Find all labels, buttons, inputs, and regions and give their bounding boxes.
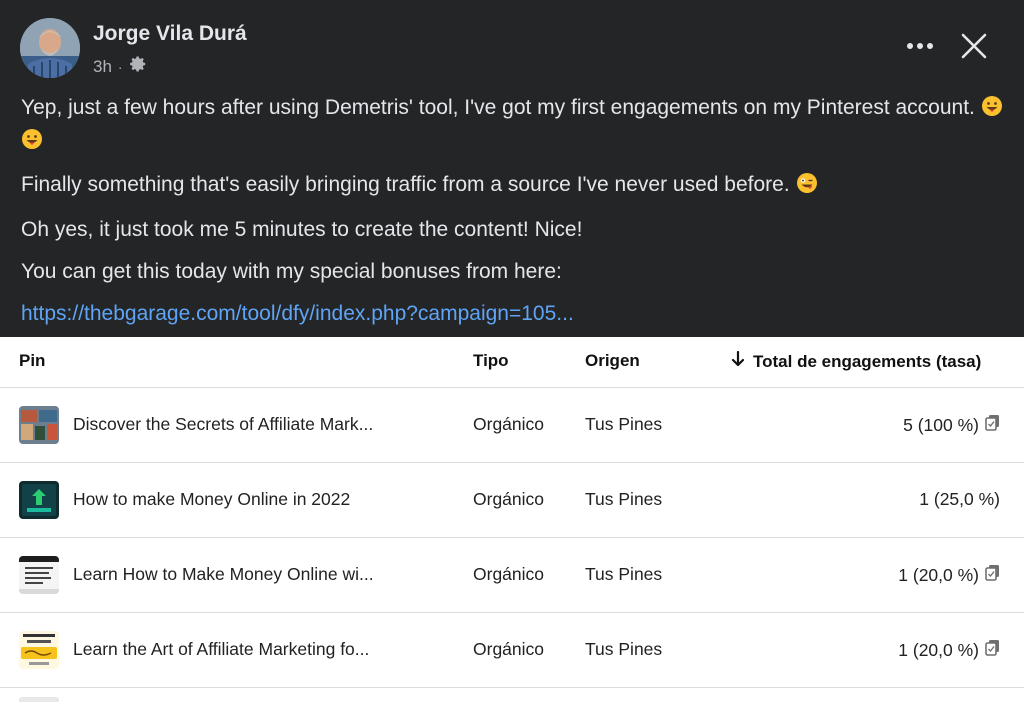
pin-thumbnail-partial <box>19 697 59 702</box>
pin-tipo: Orgánico <box>473 489 545 509</box>
pin-title[interactable]: Learn How to Make Money Online wi... <box>73 564 374 585</box>
pin-origen: Tus Pines <box>585 564 663 584</box>
emoji-icon <box>796 172 818 203</box>
header-pin[interactable]: Pin <box>19 351 45 371</box>
pin-total-value: 1 (20,0 %) <box>898 564 979 585</box>
copy-icon[interactable] <box>985 564 1000 586</box>
pin-origen: Tus Pines <box>585 489 663 509</box>
pin-title[interactable]: How to make Money Online in 2022 <box>73 489 350 510</box>
copy-icon[interactable] <box>985 639 1000 661</box>
emoji-icon <box>21 128 43 159</box>
pin-origen: Tus Pines <box>585 414 663 434</box>
table-row[interactable]: Learn How to Make Money Online wi... Org… <box>0 538 1024 613</box>
facebook-post: Jorge Vila Durá 3h · Yep, just a few hou… <box>0 0 1024 337</box>
post-paragraph: You can get this today with my special b… <box>21 260 562 283</box>
pin-thumbnail <box>19 481 59 519</box>
pin-title[interactable]: Learn the Art of Affiliate Marketing fo.… <box>73 639 369 660</box>
header-total[interactable]: Total de engagements (tasa) <box>731 350 982 372</box>
pin-total: 5 (100 %) <box>903 414 1000 436</box>
post-link-paragraph: https://thebgarage.com/tool/dfy/index.ph… <box>21 299 1006 329</box>
pin-tipo: Orgánico <box>473 414 545 434</box>
avatar[interactable] <box>20 18 80 78</box>
table-row[interactable]: Discover the Secrets of Affiliate Mark..… <box>0 388 1024 463</box>
pin-origen: Tus Pines <box>585 639 663 659</box>
header-total-label: Total de engagements (tasa) <box>753 351 982 371</box>
pin-thumbnail <box>19 406 59 444</box>
table-row[interactable]: How to make Money Online in 2022 Orgánic… <box>0 463 1024 538</box>
emoji-icon <box>981 95 1003 126</box>
pin-thumbnail <box>19 556 59 594</box>
pin-total: 1 (25,0 %) <box>919 489 1000 510</box>
header-tipo[interactable]: Tipo <box>473 351 509 371</box>
engagement-table-screenshot: Pin Tipo Origen Total de engagements (ta… <box>0 337 1024 702</box>
table-header: Pin Tipo Origen Total de engagements (ta… <box>0 337 1024 388</box>
pin-total-value: 1 (20,0 %) <box>898 639 979 660</box>
arrow-down-icon <box>731 350 745 372</box>
post-paragraph: Finally something that's easily bringing… <box>21 170 1006 203</box>
post-paragraph: Yep, just a few hours after using Demetr… <box>21 93 1006 159</box>
pin-total-value: 1 (25,0 %) <box>919 489 1000 509</box>
post-meta: 3h · <box>93 55 147 78</box>
post-time[interactable]: 3h <box>93 57 112 77</box>
pin-total-value: 5 (100 %) <box>903 414 979 435</box>
table-row[interactable]: Learn the Art of Affiliate Marketing fo.… <box>0 613 1024 688</box>
pin-thumbnail <box>19 631 59 669</box>
pin-tipo: Orgánico <box>473 564 545 584</box>
author-name[interactable]: Jorge Vila Durá <box>93 22 247 46</box>
pin-total: 1 (20,0 %) <box>898 564 1000 586</box>
gear-icon[interactable] <box>129 55 147 78</box>
pin-total: 1 (20,0 %) <box>898 639 1000 661</box>
meta-separator: · <box>117 58 123 75</box>
post-link[interactable]: https://thebgarage.com/tool/dfy/index.ph… <box>21 302 574 325</box>
close-icon[interactable] <box>954 26 994 66</box>
pin-tipo: Orgánico <box>473 639 545 659</box>
post-paragraph: Oh yes, it just took me 5 minutes to cre… <box>21 218 583 241</box>
header-origen[interactable]: Origen <box>585 351 640 371</box>
post-text: Yep, just a few hours after using Demetr… <box>21 93 1006 341</box>
copy-icon[interactable] <box>985 414 1000 436</box>
more-options-icon[interactable] <box>900 30 940 62</box>
pin-title[interactable]: Discover the Secrets of Affiliate Mark..… <box>73 414 373 435</box>
